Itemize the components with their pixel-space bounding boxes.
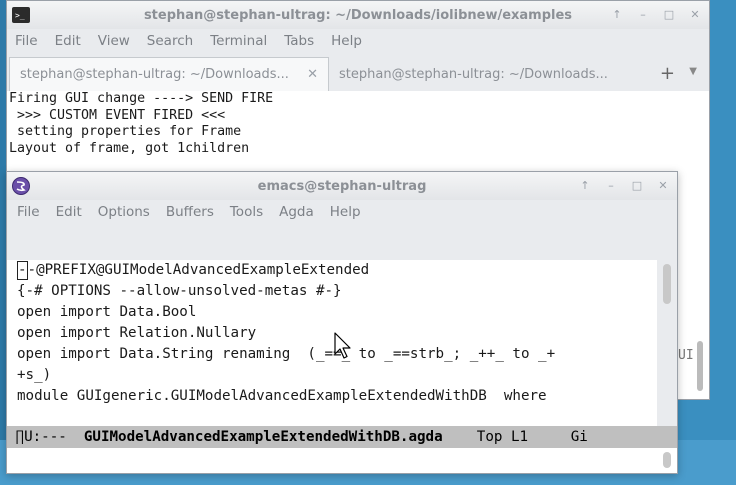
minibuffer-scrollbar-thumb[interactable] (663, 452, 671, 468)
emacs-close-button[interactable]: ✕ (655, 178, 671, 194)
emacs-menu-edit[interactable]: Edit (56, 204, 82, 220)
menu-terminal[interactable]: Terminal (210, 33, 267, 49)
terminal-line: Firing GUI change ----> SEND FIRE (9, 91, 274, 106)
code-line: open import Data.String renaming (_==_ t… (17, 346, 556, 362)
terminal-close-button[interactable]: ✕ (687, 7, 703, 23)
code-line: module GUIgeneric.GUIModelAdvancedExampl… (17, 388, 547, 404)
mode-line-buffer-name: GUIModelAdvancedExampleExtendedWithDB.ag… (75, 429, 443, 445)
terminal-line: setting properties for Frame (9, 124, 242, 139)
mouse-pointer-icon (334, 332, 351, 359)
terminal-scrollbar-thumb[interactable] (697, 341, 703, 391)
emacs-menu-buffers[interactable]: Buffers (166, 204, 214, 220)
terminal-keep-above-button[interactable]: ↑ (609, 7, 625, 23)
emacs-menubar: File Edit Options Buffers Tools Agda Hel… (7, 200, 677, 224)
code-line: open import Relation.Nullary (17, 325, 257, 341)
emacs-mode-line: ∏U:--- GUIModelAdvancedExampleExtendedWi… (7, 426, 677, 448)
emacs-menu-help[interactable]: Help (330, 204, 361, 220)
mode-line-status: ∏U:--- (7, 429, 76, 445)
terminal-menubar: File Edit View Search Terminal Tabs Help (7, 29, 709, 53)
emacs-maximize-button[interactable]: □ (629, 178, 645, 194)
terminal-minimize-button[interactable]: – (635, 7, 651, 23)
menu-search[interactable]: Search (147, 33, 193, 49)
emacs-titlebar[interactable]: emacs@stephan-ultrag ↑ – □ ✕ (7, 172, 677, 200)
new-tab-button[interactable]: + (660, 63, 675, 84)
tab-close-icon[interactable]: ✕ (307, 67, 318, 82)
menu-edit[interactable]: Edit (55, 33, 81, 49)
emacs-minibuffer[interactable] (7, 448, 677, 473)
emacs-menu-file[interactable]: File (17, 204, 40, 220)
terminal-tab-2[interactable]: stephan@stephan-ultrag: ~/Downloads... (329, 57, 649, 91)
terminal-tab-bar: stephan@stephan-ultrag: ~/Downloads... ✕… (7, 53, 709, 92)
emacs-keep-above-button[interactable]: ↑ (577, 178, 593, 194)
text-cursor: - (17, 261, 28, 280)
code-line: +s_) (17, 367, 52, 383)
terminal-line: >>> CUSTOM EVENT FIRED <<< (9, 107, 226, 123)
emacs-minimize-button[interactable]: – (603, 178, 619, 194)
terminal-tab-1[interactable]: stephan@stephan-ultrag: ~/Downloads... ✕ (9, 57, 329, 91)
menu-file[interactable]: File (15, 33, 38, 49)
menu-view[interactable]: View (98, 33, 130, 49)
emacs-menu-tools[interactable]: Tools (230, 204, 263, 220)
code-line: --@PREFIX@GUIModelAdvancedExampleExtende… (7, 260, 657, 281)
terminal-maximize-button[interactable]: □ (661, 7, 677, 23)
menu-tabs[interactable]: Tabs (284, 33, 314, 49)
emacs-menu-options[interactable]: Options (98, 204, 150, 220)
menu-help[interactable]: Help (331, 33, 362, 49)
terminal-peek-text: UI (678, 348, 694, 363)
mode-line-position: Top L1 Gi (442, 429, 588, 445)
emacs-editor-buffer[interactable]: --@PREFIX@GUIModelAdvancedExampleExtende… (7, 260, 657, 426)
tab-label: stephan@stephan-ultrag: ~/Downloads... (339, 66, 608, 82)
emacs-scrollbar-thumb[interactable] (663, 264, 671, 304)
code-text: -@PREFIX@GUIModelAdvancedExampleExtended (27, 262, 370, 278)
tab-list-dropdown-icon[interactable]: ▼ (689, 66, 697, 77)
code-line: open import Data.Bool (17, 304, 197, 320)
terminal-title: stephan@stephan-ultrag: ~/Downloads/ioli… (143, 7, 573, 23)
terminal-titlebar[interactable]: >_ stephan@stephan-ultrag: ~/Downloads/i… (7, 1, 709, 29)
tab-label: stephan@stephan-ultrag: ~/Downloads... (20, 67, 289, 82)
emacs-menu-agda[interactable]: Agda (279, 204, 314, 220)
code-line: {-# OPTIONS --allow-unsolved-metas #-} (17, 283, 342, 299)
terminal-line: Layout of frame, got 1children (9, 140, 250, 156)
emacs-window: emacs@stephan-ultrag ↑ – □ ✕ File Edit O… (6, 171, 678, 474)
